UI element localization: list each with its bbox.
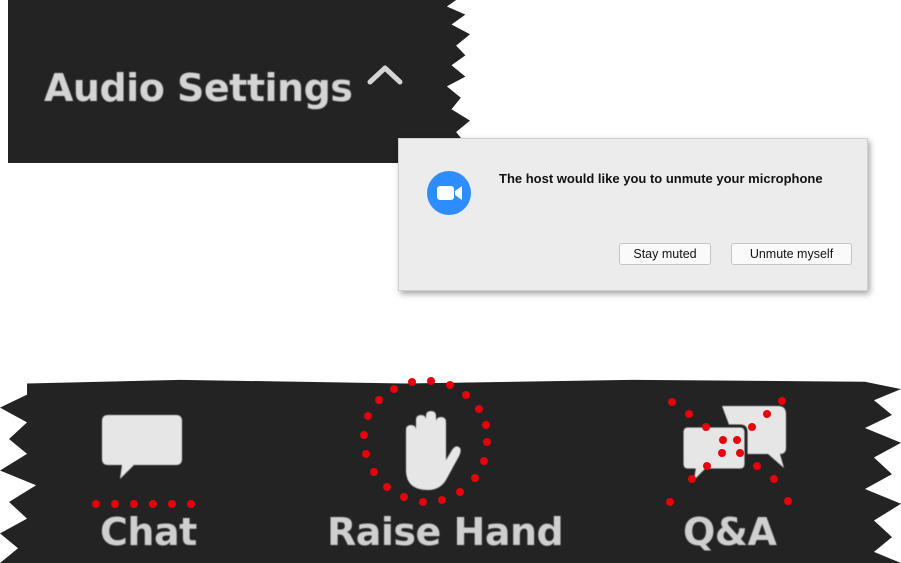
chat-bubble-icon[interactable] xyxy=(100,413,184,483)
qa-label[interactable]: Q&A xyxy=(683,510,777,554)
qa-bubbles-icon[interactable] xyxy=(680,402,790,492)
dialog-message: The host would like you to unmute your m… xyxy=(499,171,823,186)
chat-label[interactable]: Chat xyxy=(100,510,197,554)
chevron-up-icon[interactable] xyxy=(366,62,404,86)
raise-hand-label[interactable]: Raise Hand xyxy=(327,510,564,554)
stay-muted-button[interactable]: Stay muted xyxy=(619,243,711,265)
unmute-myself-button[interactable]: Unmute myself xyxy=(731,243,852,265)
hand-icon[interactable] xyxy=(396,408,462,492)
zoom-camera-icon xyxy=(427,171,471,215)
unmute-request-dialog: The host would like you to unmute your m… xyxy=(398,138,868,291)
audio-settings-label[interactable]: Audio Settings xyxy=(44,66,353,110)
